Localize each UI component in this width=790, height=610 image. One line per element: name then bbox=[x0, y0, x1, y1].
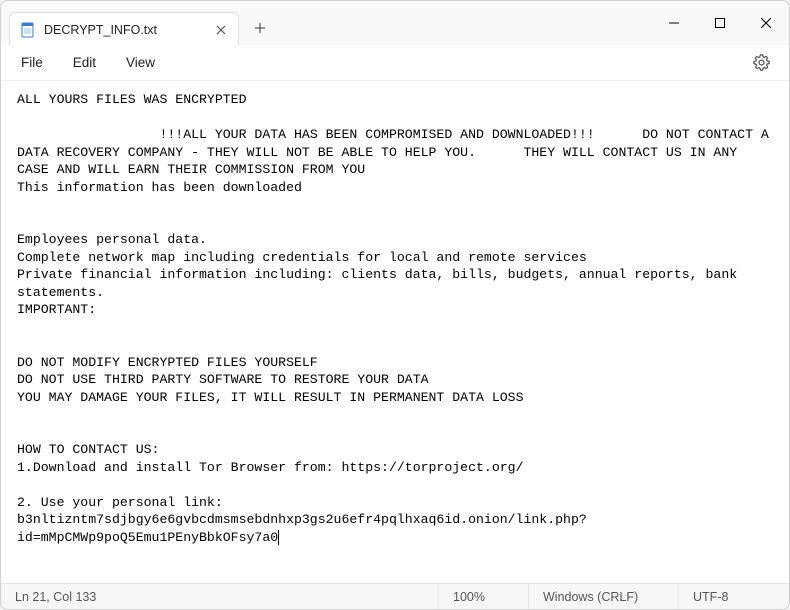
text-editor-area[interactable]: ALL YOURS FILES WAS ENCRYPTED !!!ALL YOU… bbox=[1, 81, 789, 583]
notepad-icon bbox=[20, 22, 36, 38]
menu-view[interactable]: View bbox=[112, 49, 169, 76]
menu-file[interactable]: File bbox=[7, 49, 57, 76]
tab-title: DECRYPT_INFO.txt bbox=[44, 23, 157, 37]
new-tab-button[interactable] bbox=[243, 11, 277, 45]
close-window-button[interactable] bbox=[743, 1, 789, 45]
notepad-window: DECRYPT_INFO.txt bbox=[0, 0, 790, 610]
maximize-button[interactable] bbox=[697, 1, 743, 45]
status-zoom[interactable]: 100% bbox=[439, 584, 529, 609]
close-icon bbox=[761, 18, 771, 28]
titlebar[interactable]: DECRYPT_INFO.txt bbox=[1, 1, 789, 45]
plus-icon bbox=[254, 22, 266, 34]
minimize-button[interactable] bbox=[651, 1, 697, 45]
text-caret bbox=[278, 530, 279, 545]
statusbar: Ln 21, Col 133 100% Windows (CRLF) UTF-8 bbox=[1, 583, 789, 609]
minimize-icon bbox=[669, 18, 679, 28]
tab-active[interactable]: DECRYPT_INFO.txt bbox=[9, 12, 239, 46]
tab-close-button[interactable] bbox=[214, 23, 228, 37]
menubar: File Edit View bbox=[1, 45, 789, 81]
menu-edit[interactable]: Edit bbox=[59, 49, 110, 76]
titlebar-drag-area[interactable] bbox=[277, 1, 651, 45]
gear-icon bbox=[753, 54, 770, 71]
window-controls bbox=[651, 1, 789, 45]
settings-button[interactable] bbox=[745, 47, 777, 79]
status-position[interactable]: Ln 21, Col 133 bbox=[1, 584, 439, 609]
close-icon bbox=[216, 25, 226, 35]
tab-strip: DECRYPT_INFO.txt bbox=[1, 1, 277, 45]
maximize-icon bbox=[715, 18, 725, 28]
document-text: ALL YOURS FILES WAS ENCRYPTED !!!ALL YOU… bbox=[17, 92, 777, 545]
status-line-ending[interactable]: Windows (CRLF) bbox=[529, 584, 679, 609]
status-encoding[interactable]: UTF-8 bbox=[679, 584, 789, 609]
